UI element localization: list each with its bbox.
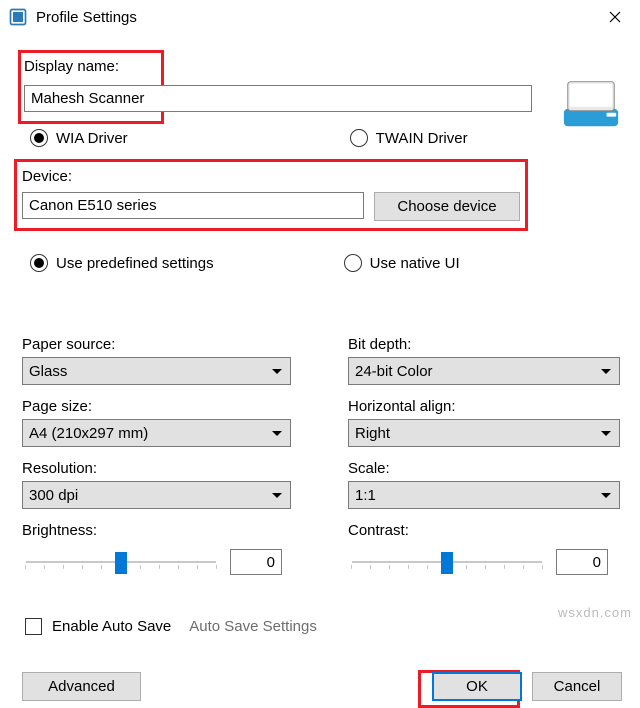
h-align-label: Horizontal align: [348,398,620,415]
cancel-button[interactable]: Cancel [532,672,622,701]
brightness-label: Brightness: [22,522,291,539]
display-name-input[interactable] [24,85,532,112]
scale-select[interactable]: 1:1 [348,481,620,509]
native-ui-label: Use native UI [370,255,460,272]
window-title: Profile Settings [36,9,592,26]
native-ui-radio[interactable]: Use native UI [344,254,460,272]
device-label: Device: [22,168,72,185]
page-size-select[interactable]: A4 (210x297 mm) [22,419,291,447]
contrast-value[interactable] [556,549,608,575]
contrast-slider[interactable] [348,548,546,576]
contrast-label: Contrast: [348,522,620,539]
predefined-label: Use predefined settings [56,255,214,272]
device-value: Canon E510 series [29,197,157,214]
h-align-select[interactable]: Right [348,419,620,447]
paper-source-label: Paper source: [22,336,291,353]
radio-bullet-icon [30,129,48,147]
twain-driver-radio[interactable]: TWAIN Driver [350,129,468,147]
auto-save-settings-link[interactable]: Auto Save Settings [189,618,317,635]
chevron-down-icon [601,369,611,374]
predefined-settings-radio[interactable]: Use predefined settings [30,254,214,272]
titlebar: Profile Settings [0,0,640,34]
close-button[interactable] [592,2,638,32]
wia-driver-radio[interactable]: WIA Driver [30,129,128,147]
brightness-slider[interactable] [22,548,220,576]
bit-depth-label: Bit depth: [348,336,620,353]
radio-bullet-icon [350,129,368,147]
right-column: Bit depth: 24-bit Color Horizontal align… [348,336,620,578]
slider-thumb-icon [441,552,453,574]
driver-radio-group: WIA Driver TWAIN Driver [30,129,468,147]
resolution-select[interactable]: 300 dpi [22,481,291,509]
advanced-button[interactable]: Advanced [22,672,141,701]
brightness-value[interactable] [230,549,282,575]
ok-button[interactable]: OK [432,672,522,701]
chevron-down-icon [272,493,282,498]
chevron-down-icon [601,493,611,498]
watermark: wsxdn.com [558,605,632,620]
wia-driver-label: WIA Driver [56,130,128,147]
settings-mode-radio-group: Use predefined settings Use native UI [30,254,460,272]
chevron-down-icon [272,431,282,436]
twain-driver-label: TWAIN Driver [376,130,468,147]
paper-source-select[interactable]: Glass [22,357,291,385]
enable-auto-save-checkbox[interactable] [25,618,42,635]
scale-label: Scale: [348,460,620,477]
chevron-down-icon [272,369,282,374]
scanner-icon [560,72,622,134]
radio-bullet-icon [30,254,48,272]
display-name-label: Display name: [24,58,119,75]
resolution-label: Resolution: [22,460,291,477]
app-icon [8,7,28,27]
left-column: Paper source: Glass Page size: A4 (210x2… [22,336,291,578]
page-size-label: Page size: [22,398,291,415]
chevron-down-icon [601,431,611,436]
enable-auto-save-label: Enable Auto Save [52,618,171,635]
dialog-buttons: Advanced OK Cancel [22,672,622,701]
profile-settings-dialog: Profile Settings Display name: WIA Drive… [0,0,640,696]
radio-bullet-icon [344,254,362,272]
slider-thumb-icon [115,552,127,574]
choose-device-button[interactable]: Choose device [374,192,520,221]
device-field[interactable]: Canon E510 series [22,192,364,219]
bit-depth-select[interactable]: 24-bit Color [348,357,620,385]
